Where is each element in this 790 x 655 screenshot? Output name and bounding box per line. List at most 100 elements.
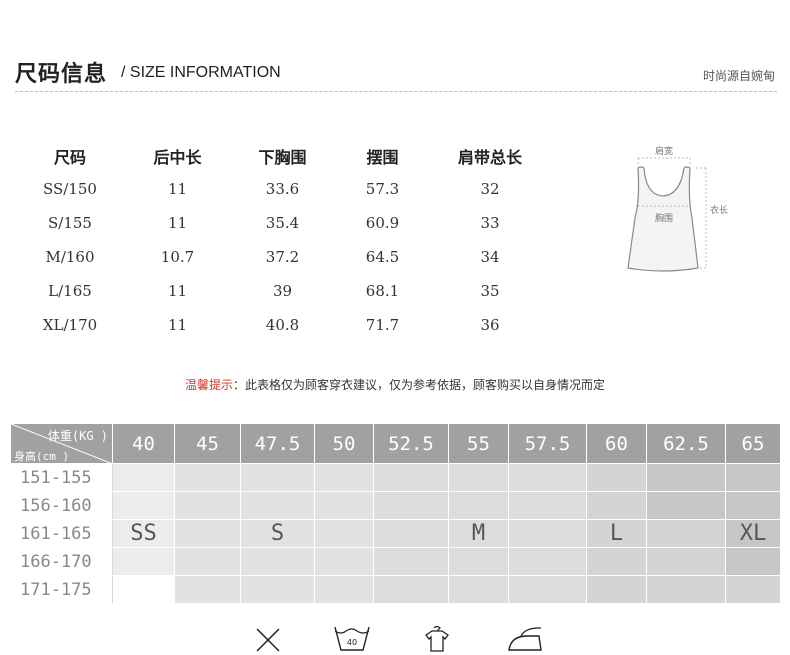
tip-message: 温馨提示：此表格仅为顾客穿衣建议，仅为参考依据，顾客购买以自身情况而定 xyxy=(0,376,790,393)
weight-header: 60 xyxy=(586,423,647,464)
grid-cell-ss xyxy=(112,463,175,492)
cell-size: L/165 xyxy=(48,282,92,300)
grid-cell-l xyxy=(646,547,726,576)
height-label: 156-160 xyxy=(10,491,113,520)
grid-cell-empty xyxy=(112,575,175,604)
weight-header: 40 xyxy=(112,423,175,464)
size-label-xl: XL xyxy=(725,519,781,548)
cell-under-bust: 33.6 xyxy=(265,180,300,198)
header-strap-length: 肩带总长 xyxy=(457,148,522,167)
grid-cell-s xyxy=(174,547,241,576)
grid-cell-m xyxy=(508,547,587,576)
grid-cell-s xyxy=(314,463,374,492)
grid-cell-l xyxy=(586,547,647,576)
grid-cell-s xyxy=(174,491,241,520)
size-row: XL/170 11 40.8 71.7 36 xyxy=(20,308,545,342)
cell-hem: 64.5 xyxy=(365,248,400,266)
height-axis-label: 身高(cm ) xyxy=(14,450,70,463)
header-hem: 摆围 xyxy=(366,148,399,167)
grid-cell-m xyxy=(508,491,587,520)
height-label: 161-165 xyxy=(10,519,113,548)
cell-size: XL/170 xyxy=(42,316,98,334)
grid-cell-m xyxy=(373,519,449,548)
grid-cell-l xyxy=(586,575,647,604)
weight-header: 65 xyxy=(725,423,781,464)
grid-cell-m xyxy=(508,519,587,548)
hang-dry-icon xyxy=(425,625,449,652)
cell-size: M/160 xyxy=(45,248,95,266)
no-bleach-icon xyxy=(256,628,280,652)
grid-cell-l xyxy=(646,575,726,604)
height-row: 161-165 SS S M L XL xyxy=(10,519,781,548)
grid-cell-s xyxy=(314,519,374,548)
size-row: M/160 10.7 37.2 64.5 34 xyxy=(20,240,545,274)
cell-strap-length: 35 xyxy=(480,282,500,300)
grid-cell-s xyxy=(314,575,374,604)
cell-back-length: 11 xyxy=(167,180,188,198)
weight-header: 45 xyxy=(174,423,241,464)
grid-cell-ss xyxy=(112,547,175,576)
grid-header-row: 体重(KG ) 身高(cm ) 40 45 47.5 50 52.5 55 57… xyxy=(10,423,781,464)
header-size: 尺码 xyxy=(53,148,86,167)
header-back-length: 后中长 xyxy=(153,148,202,167)
grid-cell-m xyxy=(448,463,509,492)
cell-under-bust: 37.2 xyxy=(265,248,300,266)
cell-under-bust: 39 xyxy=(272,282,293,300)
weight-header: 62.5 xyxy=(646,423,726,464)
shoulder-width-label: 肩宽 xyxy=(655,145,673,157)
grid-cell-xl xyxy=(725,547,781,576)
grid-cell-m xyxy=(373,547,449,576)
grid-cell-m xyxy=(448,575,509,604)
wash-temperature-label: 40 xyxy=(347,638,357,647)
size-table-header-row: 尺码 后中长 下胸围 摆围 肩带总长 xyxy=(20,140,545,172)
grid-cell-s xyxy=(240,491,315,520)
grid-cell-m xyxy=(508,575,587,604)
height-row: 171-175 xyxy=(10,575,781,604)
tank-top-diagram: 肩宽 衣长 胸围 xyxy=(618,140,728,280)
iron-icon xyxy=(508,627,542,651)
section-subtitle: / SIZE INFORMATION xyxy=(121,64,281,81)
cell-hem: 57.3 xyxy=(365,180,400,198)
grid-cell-l xyxy=(586,491,647,520)
grid-cell-ss xyxy=(112,491,175,520)
grid-cell-s xyxy=(174,463,241,492)
grid-cell-l xyxy=(586,463,647,492)
grid-cell-m xyxy=(508,463,587,492)
cell-under-bust: 40.8 xyxy=(265,316,300,334)
size-row: S/155 11 35.4 60.9 33 xyxy=(20,206,545,240)
grid-cell-xl xyxy=(646,491,726,520)
bust-label: 胸围 xyxy=(655,212,673,224)
grid-cell-s xyxy=(174,519,241,548)
brand-slogan: 时尚源自婉甸 xyxy=(702,69,775,83)
size-row: SS/150 11 33.6 57.3 32 xyxy=(20,172,545,206)
grid-cell-s xyxy=(240,463,315,492)
wash-40-icon: 40 xyxy=(334,626,370,651)
grid-cell-s xyxy=(240,547,315,576)
section-title: 尺码信息 xyxy=(15,62,108,87)
cell-back-length: 11 xyxy=(167,282,188,300)
size-measurement-table: 尺码 后中长 下胸围 摆围 肩带总长 SS/150 11 33.6 57.3 3… xyxy=(20,140,545,342)
size-label-l: L xyxy=(586,519,647,548)
size-row: L/165 11 39 68.1 35 xyxy=(20,274,545,308)
grid-cell-s xyxy=(314,547,374,576)
tank-top-outline-icon: 肩宽 衣长 胸围 xyxy=(627,145,728,272)
grid-cell-m xyxy=(448,547,509,576)
height-label: 171-175 xyxy=(10,575,113,604)
weight-header: 52.5 xyxy=(373,423,449,464)
section-header: 尺码信息 / SIZE INFORMATION 时尚源自婉甸 xyxy=(15,56,777,92)
size-label-s: S xyxy=(240,519,315,548)
size-label-ss: SS xyxy=(112,519,175,548)
height-label: 151-155 xyxy=(10,463,113,492)
weight-header: 57.5 xyxy=(508,423,587,464)
length-label: 衣长 xyxy=(710,204,728,216)
weight-header: 55 xyxy=(448,423,509,464)
weight-header: 47.5 xyxy=(240,423,315,464)
weight-axis-label: 体重(KG ) xyxy=(47,429,108,443)
cell-strap-length: 34 xyxy=(480,248,500,266)
height-label: 166-170 xyxy=(10,547,113,576)
grid-cell-m xyxy=(373,491,449,520)
grid-cell-l xyxy=(646,519,726,548)
grid-corner-header: 体重(KG ) 身高(cm ) xyxy=(10,423,113,464)
height-row: 151-155 xyxy=(10,463,781,492)
grid-cell-m xyxy=(373,463,449,492)
